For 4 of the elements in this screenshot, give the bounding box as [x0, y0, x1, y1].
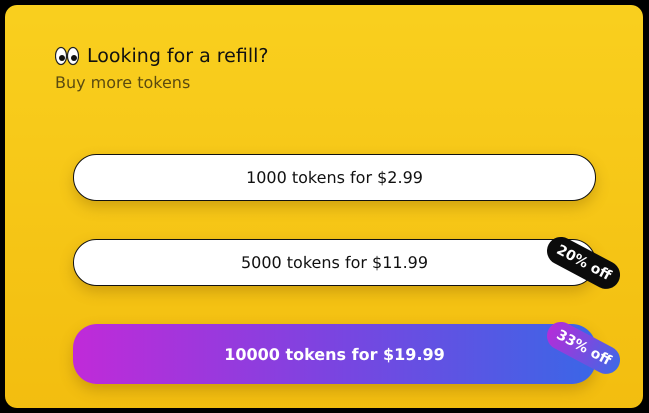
- offer-button[interactable]: 1000 tokens for $2.99: [73, 154, 596, 201]
- eyes-icon: [55, 46, 79, 66]
- title: Looking for a refill?: [87, 45, 268, 67]
- subtitle: Buy more tokens: [55, 73, 192, 92]
